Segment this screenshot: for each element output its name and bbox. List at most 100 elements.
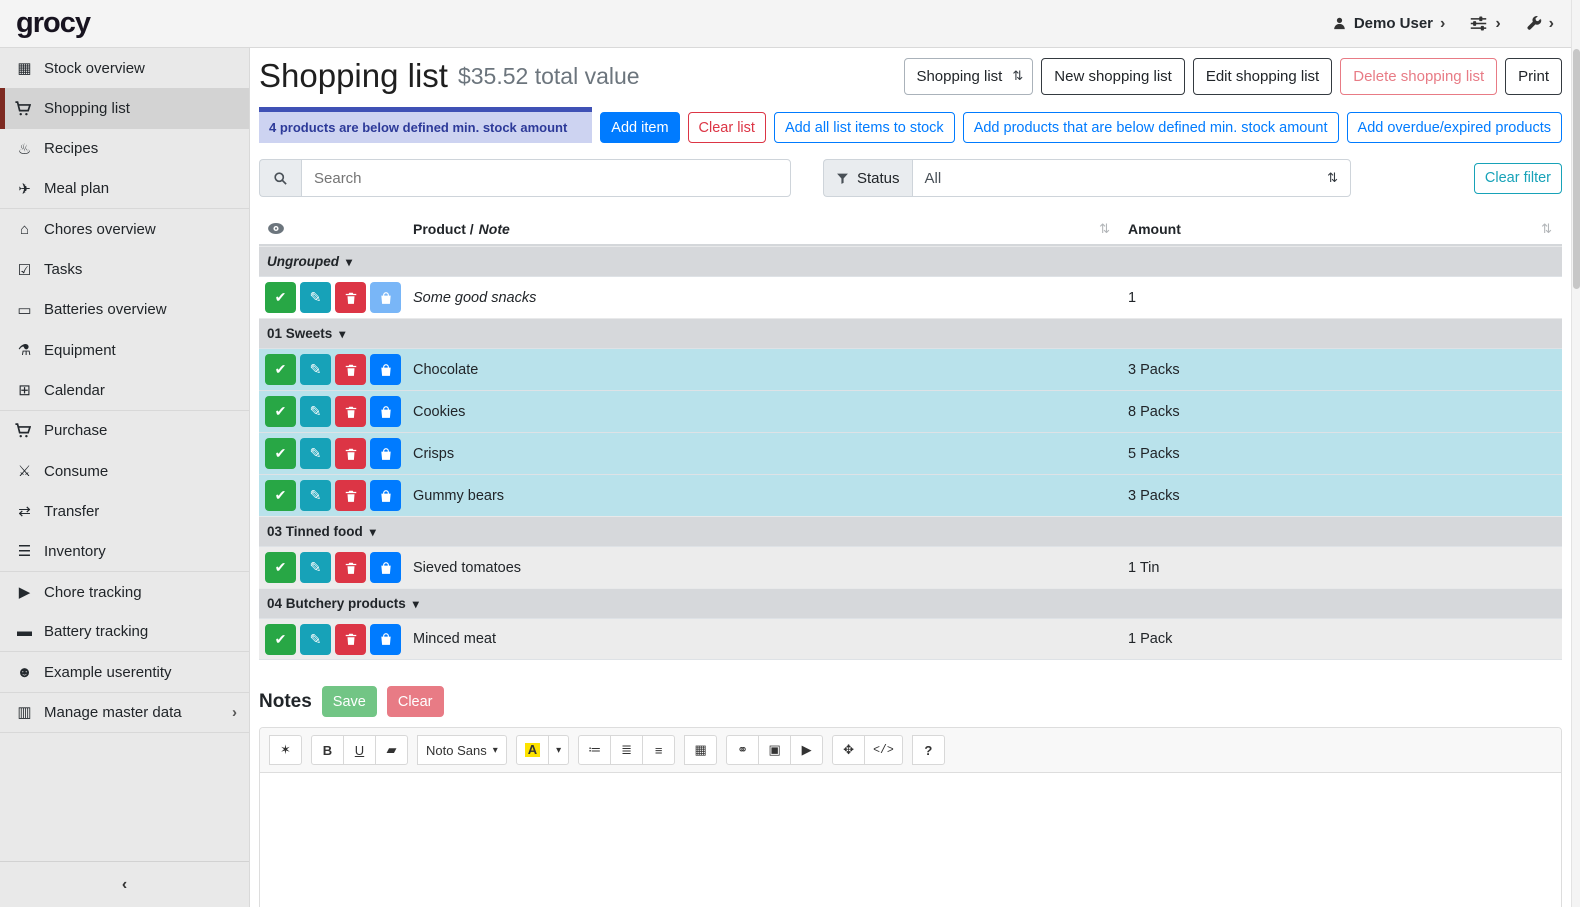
delete-item-button[interactable] [335, 480, 366, 511]
edit-item-button[interactable]: ✎ [300, 480, 331, 511]
font-name-button[interactable]: Noto Sans ▾ [417, 735, 507, 765]
mark-done-button[interactable]: ✔ [265, 624, 296, 655]
new-shopping-list-button[interactable]: New shopping list [1041, 58, 1185, 95]
mark-done-button[interactable]: ✔ [265, 438, 296, 469]
group-header-tinned-food[interactable]: 03 Tinned food ▾ [259, 516, 1562, 546]
user-menu[interactable]: Demo User › [1332, 15, 1446, 32]
admin-menu[interactable]: › [1525, 15, 1554, 32]
ordered-list-button[interactable]: ≣ [610, 735, 643, 765]
unordered-list-button[interactable]: ≔ [578, 735, 611, 765]
sidebar-item-shopping-list[interactable]: Shopping list [0, 88, 249, 128]
mark-done-button[interactable]: ✔ [265, 396, 296, 427]
product-column-header[interactable]: Product / Note ⇅ [413, 221, 1128, 237]
add-item-button[interactable]: Add item [600, 112, 679, 143]
sidebar-item-calendar[interactable]: ⊞ Calendar [0, 370, 249, 410]
notes-clear-button[interactable]: Clear [387, 686, 444, 717]
clear-list-button[interactable]: Clear list [688, 112, 766, 143]
group-header-butchery-products[interactable]: 04 Butchery products ▾ [259, 588, 1562, 618]
visibility-column-header [259, 222, 413, 235]
mark-done-button[interactable]: ✔ [265, 282, 296, 313]
delete-item-button[interactable] [335, 282, 366, 313]
edit-item-button[interactable]: ✎ [300, 624, 331, 655]
paragraph-align-button[interactable]: ≡ [642, 735, 675, 765]
magic-style-button[interactable]: ✶ [269, 735, 302, 765]
edit-item-button[interactable]: ✎ [300, 396, 331, 427]
pencil-icon: ✎ [310, 289, 322, 306]
sidebar-item-inventory[interactable]: ☰ Inventory [0, 532, 249, 572]
mark-done-button[interactable]: ✔ [265, 552, 296, 583]
add-overdue-button[interactable]: Add overdue/expired products [1347, 112, 1562, 143]
delete-shopping-list-button[interactable]: Delete shopping list [1340, 58, 1497, 95]
check-icon: ✔ [275, 289, 287, 306]
help-button[interactable]: ? [912, 735, 945, 765]
delete-item-button[interactable] [335, 396, 366, 427]
sidebar-item-chore-tracking[interactable]: ▶ Chore tracking [0, 572, 249, 612]
sidebar-item-transfer[interactable]: ⇄ Transfer [0, 491, 249, 531]
search-input[interactable] [301, 159, 791, 197]
sidebar-collapse-button[interactable]: ‹ [0, 861, 249, 907]
sidebar-item-batteries-overview[interactable]: ▭ Batteries overview [0, 290, 249, 330]
group-header-sweets[interactable]: 01 Sweets ▾ [259, 318, 1562, 348]
trash-icon [344, 291, 358, 305]
sidebar-item-example-userentity[interactable]: ☻ Example userentity [0, 652, 249, 692]
font-color-button[interactable]: A [516, 735, 549, 765]
sidebar-item-battery-tracking[interactable]: ▬ Battery tracking [0, 612, 249, 652]
insert-video-button[interactable]: ▶ [790, 735, 823, 765]
settings-menu[interactable]: › [1469, 15, 1500, 32]
add-to-stock-button[interactable] [370, 282, 401, 313]
code-view-button[interactable]: </> [864, 735, 903, 765]
shopping-list-select[interactable]: Shopping list ⇅ [904, 58, 1033, 95]
insert-link-button[interactable]: ⚭ [726, 735, 759, 765]
insert-picture-button[interactable]: ▣ [758, 735, 791, 765]
below-min-stock-alert[interactable]: 4 products are below defined min. stock … [259, 107, 592, 143]
notes-save-button[interactable]: Save [322, 686, 377, 717]
sidebar-item-purchase[interactable]: Purchase [0, 411, 249, 451]
amount-column-header[interactable]: Amount ⇅ [1128, 221, 1562, 237]
sidebar-item-meal-plan[interactable]: ✈ Meal plan [0, 169, 249, 209]
delete-item-button[interactable] [335, 624, 366, 655]
scrollbar-thumb[interactable] [1573, 49, 1580, 289]
delete-item-button[interactable] [335, 438, 366, 469]
delete-item-button[interactable] [335, 354, 366, 385]
print-button[interactable]: Print [1505, 58, 1562, 95]
page-scrollbar[interactable] [1571, 0, 1580, 907]
add-all-to-stock-button[interactable]: Add all list items to stock [774, 112, 955, 143]
add-to-stock-button[interactable] [370, 552, 401, 583]
add-to-stock-button[interactable] [370, 624, 401, 655]
add-to-stock-button[interactable] [370, 480, 401, 511]
sidebar-item-equipment[interactable]: ⚗ Equipment [0, 330, 249, 370]
mark-done-button[interactable]: ✔ [265, 480, 296, 511]
sidebar-item-manage-master-data[interactable]: ▥ Manage master data › [0, 693, 249, 733]
sidebar-item-chores-overview[interactable]: ⌂ Chores overview [0, 209, 249, 249]
user-name: Demo User [1354, 15, 1433, 32]
edit-item-button[interactable]: ✎ [300, 552, 331, 583]
notes-editor[interactable] [260, 773, 1561, 907]
edit-item-button[interactable]: ✎ [300, 438, 331, 469]
add-to-stock-button[interactable] [370, 396, 401, 427]
sort-icon[interactable]: ⇅ [1541, 221, 1552, 237]
bold-button[interactable]: B [311, 735, 344, 765]
mark-done-button[interactable]: ✔ [265, 354, 296, 385]
sidebar-item-stock-overview[interactable]: ▦ Stock overview [0, 48, 249, 88]
clear-filter-button[interactable]: Clear filter [1474, 163, 1562, 194]
insert-table-button[interactable]: ▦ [684, 735, 717, 765]
underline-button[interactable]: U [343, 735, 376, 765]
font-color-caret-button[interactable]: ▾ [548, 735, 569, 765]
group-header-ungrouped[interactable]: Ungrouped ▾ [259, 246, 1562, 276]
add-to-stock-button[interactable] [370, 354, 401, 385]
clear-format-button[interactable]: ▰ [375, 735, 408, 765]
delete-item-button[interactable] [335, 552, 366, 583]
sort-icon[interactable]: ⇅ [1099, 221, 1110, 237]
sidebar-item-consume[interactable]: ⚔ Consume [0, 451, 249, 491]
sidebar-item-tasks[interactable]: ☑ Tasks [0, 249, 249, 289]
edit-item-button[interactable]: ✎ [300, 282, 331, 313]
add-below-min-stock-button[interactable]: Add products that are below defined min.… [963, 112, 1339, 143]
grocy-logo[interactable]: grocy [16, 7, 90, 40]
add-to-stock-button[interactable] [370, 438, 401, 469]
status-select[interactable]: All ⇅ [912, 159, 1351, 197]
edit-shopping-list-button[interactable]: Edit shopping list [1193, 58, 1332, 95]
help-icon: ? [924, 743, 932, 758]
edit-item-button[interactable]: ✎ [300, 354, 331, 385]
fullscreen-button[interactable]: ✥ [832, 735, 865, 765]
sidebar-item-recipes[interactable]: ♨ Recipes [0, 129, 249, 169]
